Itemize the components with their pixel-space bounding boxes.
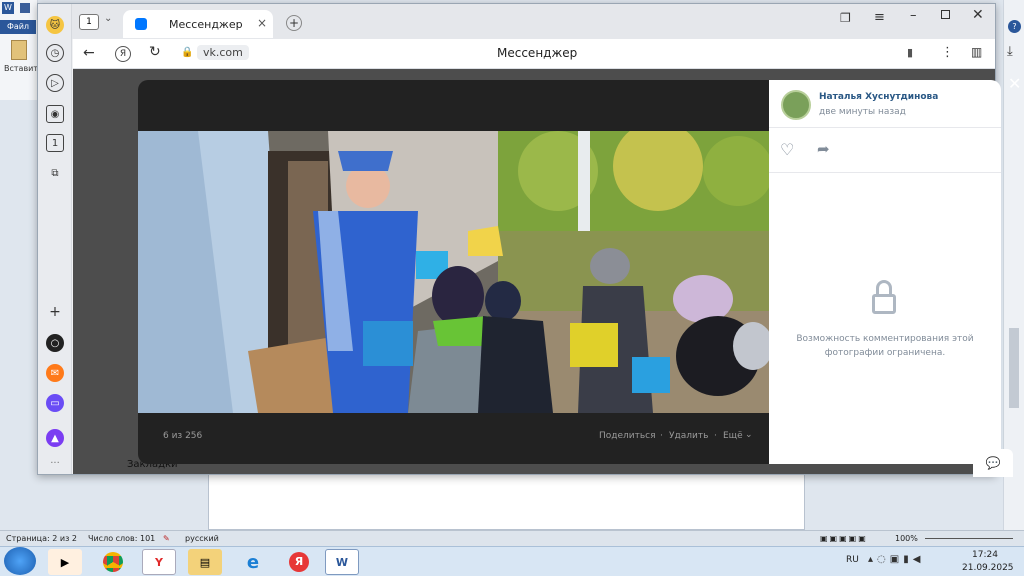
close-viewer-icon[interactable]: ✕ xyxy=(1008,74,1021,93)
photo-viewer: 6 из 256 Поделиться · Удалить · Ещё ⌄ xyxy=(138,80,769,464)
yandex-icon[interactable]: Я xyxy=(115,46,131,62)
photo-image xyxy=(138,131,769,413)
browser-window: 1 ⌄ Мессенджер × + ❐ ≡ – ✕ 🐱 ◷ ▷ ◉ 1 ⧉ +… xyxy=(37,3,1021,477)
chat-bubble-button[interactable]: 💬 xyxy=(973,449,1013,477)
explorer-icon[interactable]: ▤ xyxy=(188,549,222,575)
photo[interactable] xyxy=(138,131,769,413)
browser-titlebar: 1 ⌄ Мессенджер × + ❐ ≡ – ✕ xyxy=(38,4,995,39)
author-name[interactable]: Наталья Хуснутдинова xyxy=(819,92,938,102)
more-button[interactable]: Ещё xyxy=(723,431,743,441)
avatar[interactable] xyxy=(781,90,811,120)
photo-side-panel: Наталья Хуснутдинова две минуты назад ♡ … xyxy=(769,80,1001,464)
word-app-icon: W xyxy=(2,2,14,14)
page-content: Закладки 6 из 256 Поделиться · Удалить ·… xyxy=(73,69,1021,477)
paste-icon[interactable] xyxy=(11,40,27,60)
alice-circle-icon[interactable]: ○ xyxy=(46,334,64,352)
address-domain[interactable]: vk.com xyxy=(197,45,249,60)
separator-dot: · xyxy=(660,431,663,441)
address-field[interactable]: 🔒 vk.com Мессенджер ▮ xyxy=(177,43,937,65)
delete-button[interactable]: Удалить xyxy=(669,431,708,441)
sidebar-toggle-icon[interactable]: ▥ xyxy=(971,45,982,59)
add-panel-icon[interactable]: + xyxy=(46,303,64,321)
chrome-icon[interactable] xyxy=(96,549,130,575)
close-window-icon[interactable]: ✕ xyxy=(972,7,984,23)
ie-icon[interactable]: e xyxy=(236,549,270,575)
divider xyxy=(769,172,1001,173)
like-icon[interactable]: ♡ xyxy=(780,140,794,159)
windows-taskbar: ▶ Y ▤ e Я W RU ▴◌▣▮◀ 17:24 21.09.2025 xyxy=(0,546,1024,576)
vk-icon xyxy=(135,18,147,30)
word-ribbon: W Файл Вставить xyxy=(0,0,43,100)
view-buttons[interactable]: ▣▣▣▣▣ xyxy=(820,531,868,546)
browser-side-panel: 🐱 ◷ ▷ ◉ 1 ⧉ + ○ ✉ ▭ ▲ ··· xyxy=(38,4,72,474)
play-icon[interactable]: ▷ xyxy=(46,74,64,92)
word-taskbar-icon[interactable]: W xyxy=(325,549,359,575)
status-language[interactable]: русский xyxy=(185,531,219,546)
status-words[interactable]: Число слов: 101 xyxy=(88,531,155,546)
save-icon[interactable] xyxy=(20,3,30,13)
lock-closed-icon xyxy=(870,280,898,314)
comments-restricted-note: Возможность комментирования этой фотогра… xyxy=(796,334,974,358)
messenger-icon[interactable]: ▭ xyxy=(46,394,64,412)
tab-messenger[interactable]: Мессенджер × xyxy=(123,10,273,38)
viewer-toolbar: 6 из 256 Поделиться · Удалить · Ещё ⌄ xyxy=(138,413,769,464)
start-button[interactable] xyxy=(4,547,36,575)
proofing-icon[interactable]: ✎ xyxy=(163,531,170,546)
history-icon[interactable]: ◷ xyxy=(46,44,64,62)
word-status-bar: Страница: 2 из 2 Число слов: 101 ✎ русск… xyxy=(0,530,1024,546)
new-tab-button[interactable]: + xyxy=(286,15,302,31)
tab-counter-button[interactable]: 1 xyxy=(79,14,99,30)
file-tab[interactable]: Файл xyxy=(0,20,36,34)
photo-counter: 6 из 256 xyxy=(163,431,203,441)
bookmark-icon[interactable]: ▮ xyxy=(907,46,913,59)
tab-counter: 1 xyxy=(86,17,92,27)
alice-icon[interactable]: 🐱 xyxy=(46,16,64,34)
collections-icon[interactable]: ❐ xyxy=(840,11,851,25)
language-indicator[interactable]: RU xyxy=(846,555,859,565)
share-arrow-icon[interactable]: ➦ xyxy=(817,140,830,158)
lock-icon: 🔒 xyxy=(181,47,194,58)
more-vertical-icon[interactable]: ⋮ xyxy=(941,45,954,60)
zoom-slider[interactable] xyxy=(925,538,1013,539)
clock-date[interactable]: 21.09.2025 xyxy=(962,563,1014,573)
document-page[interactable] xyxy=(208,470,805,530)
scroll-thumb[interactable] xyxy=(1009,328,1019,408)
tab-one-icon[interactable]: 1 xyxy=(46,134,64,152)
separator-dot: · xyxy=(714,431,717,441)
page-title: Мессенджер xyxy=(497,46,578,60)
status-page[interactable]: Страница: 2 из 2 xyxy=(6,531,77,546)
reload-icon[interactable]: ↻ xyxy=(149,44,161,60)
posted-time[interactable]: две минуты назад xyxy=(819,107,906,117)
tab-title: Мессенджер xyxy=(169,18,243,31)
address-bar-row: ← Я ↻ 🔒 vk.com Мессенджер ▮ ⋮ ▥ ⤓ xyxy=(73,39,1013,69)
menu-icon[interactable]: ≡ xyxy=(874,10,885,25)
tab-close-icon[interactable]: × xyxy=(257,16,267,30)
yandex-browser-icon[interactable]: Y xyxy=(142,549,176,575)
yandex-icon[interactable]: Я xyxy=(282,549,316,575)
download-icon[interactable]: ⤓ xyxy=(1007,44,1013,59)
mail-icon[interactable]: ✉ xyxy=(46,364,64,382)
share-button[interactable]: Поделиться xyxy=(599,431,656,441)
minimize-icon[interactable]: – xyxy=(910,8,917,23)
media-player-icon[interactable]: ▶ xyxy=(48,549,82,575)
assistant-icon[interactable]: ▲ xyxy=(46,429,64,447)
tray-icons[interactable]: ▴◌▣▮◀ xyxy=(868,554,924,565)
new-tab-plus-icon: + xyxy=(288,16,300,30)
divider xyxy=(769,127,1001,128)
back-icon[interactable]: ← xyxy=(83,45,95,61)
copy-icon[interactable]: ⧉ xyxy=(46,164,64,182)
more-dots-icon[interactable]: ··· xyxy=(46,454,64,472)
screenshot-icon[interactable]: ◉ xyxy=(46,105,64,123)
zoom-level[interactable]: 100% xyxy=(895,531,918,546)
help-icon[interactable]: ? xyxy=(1008,20,1021,33)
clock-time[interactable]: 17:24 xyxy=(972,550,998,560)
maximize-icon[interactable] xyxy=(941,10,950,19)
chevron-down-icon[interactable]: ⌄ xyxy=(104,13,112,24)
more-chevron-icon[interactable]: ⌄ xyxy=(745,430,753,440)
